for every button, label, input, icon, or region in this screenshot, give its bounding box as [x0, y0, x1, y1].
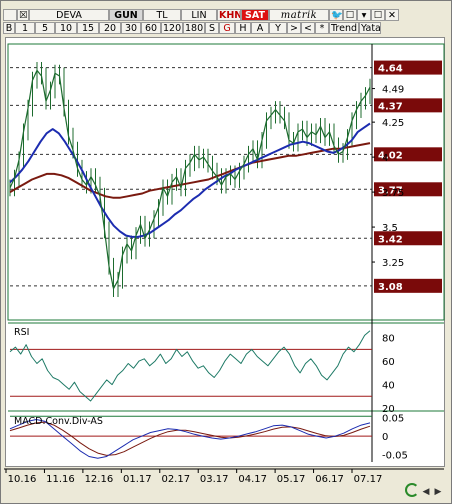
price-tick-label: 4.49	[382, 85, 404, 96]
window-icon[interactable]: ☐	[343, 9, 357, 21]
interval-b-button[interactable]: B	[3, 22, 15, 34]
trend-button[interactable]: Trend	[329, 22, 359, 34]
interval-1-button[interactable]: 1	[15, 22, 35, 34]
macd-tick-label: 0	[382, 432, 388, 443]
rsi-label: RSI	[14, 327, 29, 338]
interval-toolbar: B 1 5 10 15 20 30 60 120 180 S G H A Y > < * Trend Yata	[3, 22, 381, 34]
scale-linear-button[interactable]: LIN	[181, 9, 217, 21]
brand-logo[interactable]: matrik	[269, 9, 329, 21]
currency-tl-button[interactable]: TL	[143, 9, 181, 21]
scroll-left-button[interactable]: <	[301, 22, 315, 34]
price-tick-label: 3.5	[382, 223, 398, 234]
scroll-right-button[interactable]: >	[287, 22, 301, 34]
x-tick-label: 06.17	[315, 474, 344, 485]
period-daily-button[interactable]: GUN	[109, 9, 143, 21]
x-tick-label: 10.16	[8, 474, 37, 485]
price-tick-label: 4.25	[382, 118, 404, 129]
interval-y-button[interactable]: Y	[269, 22, 287, 34]
chart-area[interactable]: 4.64 4.37 4.02 3.77 3.42 3.08 4.49 4.25 4 3.75 3.5…	[5, 37, 445, 467]
price-tick-label: 3.75	[382, 188, 404, 199]
x-tick-label: 03.17	[200, 474, 229, 485]
interval-a-button[interactable]: A	[251, 22, 269, 34]
twitter-icon[interactable]: 🐦	[329, 9, 343, 21]
close-icon[interactable]: ✕	[385, 9, 399, 21]
interval-15-button[interactable]: 15	[77, 22, 99, 34]
price-tick-label: 4	[382, 153, 388, 164]
interval-180-button[interactable]: 180	[183, 22, 205, 34]
rsi-tick-label: 40	[382, 381, 395, 392]
khn-button[interactable]: KHN	[217, 9, 241, 21]
interval-30-button[interactable]: 30	[121, 22, 141, 34]
level-label: 3.42	[378, 234, 403, 245]
symbol-field[interactable]: DEVA	[29, 9, 109, 21]
macd-label: MACD.Conv.Div-AS	[14, 416, 103, 427]
rsi-line	[9, 330, 371, 402]
interval-h-button[interactable]: H	[235, 22, 251, 34]
x-tick-label: 04.17	[238, 474, 267, 485]
macd-tick-label: -0.05	[382, 451, 408, 462]
x-tick-label: 02.17	[161, 474, 190, 485]
close-chart-icon[interactable]: ☒	[17, 9, 29, 21]
macd-signal-line	[9, 421, 371, 456]
macd-tick-label: 0.05	[382, 414, 404, 425]
rsi-tick-label: 60	[382, 357, 395, 368]
interval-g-button[interactable]: G	[219, 22, 235, 34]
interval-5-button[interactable]: 5	[35, 22, 55, 34]
maximize-icon[interactable]: ☐	[371, 9, 385, 21]
price-chart-svg: 4.644.374.023.773.423.084.494.2543.753.5…	[7, 43, 445, 462]
interval-120-button[interactable]: 120	[161, 22, 183, 34]
level-label: 4.64	[378, 64, 403, 75]
level-label: 3.08	[378, 282, 403, 293]
chart-window: ☒ DEVA GUN TL LIN KHN SAT matrik 🐦 ☐ ▾ ☐ ✕ B 1 5 10 15 20…	[0, 0, 452, 504]
sell-button[interactable]: SAT	[241, 9, 269, 21]
favorite-button[interactable]: *	[315, 22, 329, 34]
x-tick-label: 05.17	[277, 474, 306, 485]
horizontal-button[interactable]: Yata	[359, 22, 381, 34]
price-tick-label: 3.25	[382, 258, 404, 269]
dropdown-icon[interactable]: ▾	[357, 9, 371, 21]
interval-10-button[interactable]: 10	[55, 22, 77, 34]
x-tick-label: 07.17	[354, 474, 383, 485]
x-tick-label: 01.17	[123, 474, 152, 485]
interval-20-button[interactable]: 20	[99, 22, 121, 34]
x-tick-label: 11.16	[46, 474, 75, 485]
x-axis-svg: 10.16 11.16 12.16 01.17 02.17 03.17 04.17 05.17…	[4, 468, 444, 485]
level-label: 4.37	[378, 101, 403, 112]
interval-s-button[interactable]: S	[205, 22, 219, 34]
top-toolbar: ☒ DEVA GUN TL LIN KHN SAT matrik 🐦 ☐ ▾ ☐ ✕	[3, 9, 399, 21]
x-tick-label: 12.16	[85, 474, 114, 485]
interval-60-button[interactable]: 60	[141, 22, 161, 34]
rsi-tick-label: 80	[382, 334, 395, 345]
menu-button[interactable]	[3, 9, 17, 21]
